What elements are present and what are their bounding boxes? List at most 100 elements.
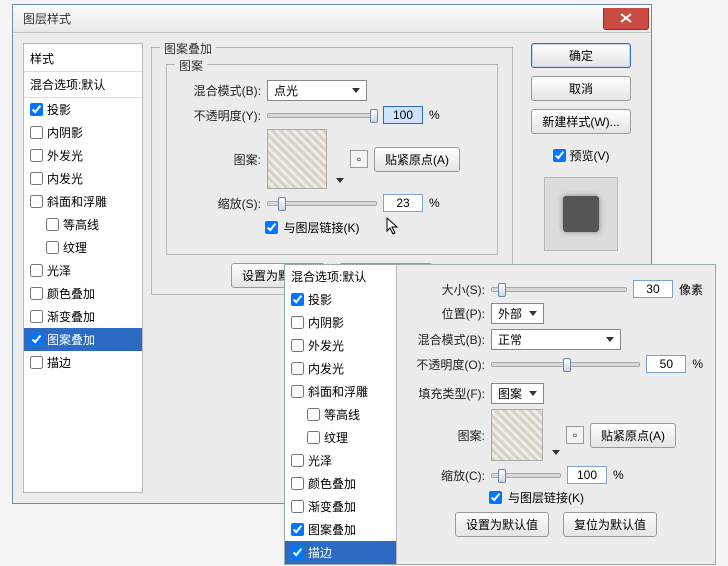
overlay-list-checkbox-0[interactable] (291, 293, 304, 306)
overlay-list-item-10[interactable]: 图案叠加 (285, 518, 396, 541)
style-list-item-11[interactable]: 描边 (24, 351, 142, 374)
overlay-list-checkbox-6[interactable] (307, 431, 320, 444)
style-list-label-5: 等高线 (63, 216, 99, 233)
pattern-label: 图案: (181, 151, 261, 168)
style-list-checkbox-11[interactable] (30, 356, 43, 369)
overlay-list-checkbox-2[interactable] (291, 339, 304, 352)
cancel-button[interactable]: 取消 (531, 76, 631, 101)
stroke-opacity-value[interactable]: 50 (646, 355, 686, 373)
style-list-item-10[interactable]: 图案叠加 (24, 328, 142, 351)
new-preset-button[interactable]: ▫ (350, 150, 368, 168)
stroke-blend-select[interactable]: 正常 (491, 329, 621, 350)
preview-checkbox[interactable] (553, 149, 566, 162)
stroke-scale-slider[interactable] (491, 473, 561, 478)
chevron-down-icon[interactable] (336, 178, 344, 183)
style-list-item-0[interactable]: 投影 (24, 98, 142, 121)
style-list-checkbox-4[interactable] (30, 195, 43, 208)
overlay-list-header[interactable]: 混合选项:默认 (285, 265, 396, 288)
style-list-checkbox-8[interactable] (30, 287, 43, 300)
style-list-checkbox-7[interactable] (30, 264, 43, 277)
overlay-list-checkbox-3[interactable] (291, 362, 304, 375)
overlay-list-item-6[interactable]: 纹理 (285, 426, 396, 449)
style-list-header-blend[interactable]: 混合选项:默认 (24, 72, 142, 98)
stroke-opacity-slider[interactable] (491, 362, 640, 367)
overlay-list-checkbox-1[interactable] (291, 316, 304, 329)
style-list-header-styles[interactable]: 样式 (24, 46, 142, 72)
position-select[interactable]: 外部 (491, 303, 544, 324)
overlay-list-checkbox-9[interactable] (291, 500, 304, 513)
overlay-list-item-7[interactable]: 光泽 (285, 449, 396, 472)
size-slider[interactable] (491, 287, 627, 292)
ok-button[interactable]: 确定 (531, 43, 631, 68)
size-label: 大小(S): (409, 281, 485, 298)
pattern-swatch[interactable] (267, 129, 327, 189)
opacity-slider[interactable] (267, 113, 377, 118)
overlay-list-checkbox-8[interactable] (291, 477, 304, 490)
stroke-reset-default-button[interactable]: 复位为默认值 (563, 512, 657, 537)
overlay-list-checkbox-11[interactable] (291, 546, 304, 559)
blend-mode-select[interactable]: 点光 (267, 80, 367, 101)
titlebar[interactable]: 图层样式 (13, 5, 651, 33)
stroke-pattern-swatch[interactable] (491, 409, 543, 461)
snap-origin-button[interactable]: 贴紧原点(A) (374, 147, 460, 172)
link-with-layer-checkbox[interactable] (265, 221, 278, 234)
size-value[interactable]: 30 (633, 280, 673, 298)
cursor-icon (386, 217, 400, 237)
style-list-label-4: 斜面和浮雕 (47, 193, 107, 210)
style-list-item-7[interactable]: 光泽 (24, 259, 142, 282)
style-list-checkbox-10[interactable] (30, 333, 43, 346)
scale-slider[interactable] (267, 201, 377, 206)
style-list-checkbox-3[interactable] (30, 172, 43, 185)
stroke-new-preset-button[interactable]: ▫ (566, 426, 584, 444)
overlay-list-label-8: 颜色叠加 (308, 475, 356, 492)
chevron-down-icon[interactable] (552, 450, 560, 455)
overlay-list-checkbox-10[interactable] (291, 523, 304, 536)
overlay-list-label-4: 斜面和浮雕 (308, 383, 368, 400)
overlay-list-label-3: 内发光 (308, 360, 344, 377)
overlay-style-list: 混合选项:默认 投影内阴影外发光内发光斜面和浮雕等高线纹理光泽颜色叠加渐变叠加图… (285, 265, 397, 564)
opacity-value[interactable]: 100 (383, 106, 423, 124)
style-list-checkbox-5[interactable] (46, 218, 59, 231)
style-list-checkbox-2[interactable] (30, 149, 43, 162)
preview-label: 预览(V) (570, 147, 610, 164)
style-list-label-11: 描边 (47, 354, 71, 371)
chevron-down-icon (352, 88, 360, 93)
overlay-list-item-4[interactable]: 斜面和浮雕 (285, 380, 396, 403)
overlay-list-item-1[interactable]: 内阴影 (285, 311, 396, 334)
inner-legend: 图案 (175, 57, 207, 74)
style-list-item-2[interactable]: 外发光 (24, 144, 142, 167)
overlay-list-item-8[interactable]: 颜色叠加 (285, 472, 396, 495)
style-list-checkbox-9[interactable] (30, 310, 43, 323)
overlay-list-item-11[interactable]: 描边 (285, 541, 396, 564)
style-list-item-1[interactable]: 内阴影 (24, 121, 142, 144)
stroke-snap-origin-button[interactable]: 贴紧原点(A) (590, 423, 676, 448)
overlay-list-checkbox-4[interactable] (291, 385, 304, 398)
overlay-list-item-3[interactable]: 内发光 (285, 357, 396, 380)
stroke-blend-label: 混合模式(B): (409, 331, 485, 348)
overlay-list-item-9[interactable]: 渐变叠加 (285, 495, 396, 518)
overlay-list-item-5[interactable]: 等高线 (285, 403, 396, 426)
style-list-item-6[interactable]: 纹理 (24, 236, 142, 259)
style-list-item-9[interactable]: 渐变叠加 (24, 305, 142, 328)
stroke-set-default-button[interactable]: 设置为默认值 (455, 512, 549, 537)
style-list-item-4[interactable]: 斜面和浮雕 (24, 190, 142, 213)
overlay-list-checkbox-7[interactable] (291, 454, 304, 467)
style-list-item-5[interactable]: 等高线 (24, 213, 142, 236)
position-label: 位置(P): (409, 305, 485, 322)
style-list-checkbox-6[interactable] (46, 241, 59, 254)
overlay-list-item-0[interactable]: 投影 (285, 288, 396, 311)
new-style-button[interactable]: 新建样式(W)... (531, 109, 631, 134)
style-list-checkbox-0[interactable] (30, 103, 43, 116)
overlay-list-label-1: 内阴影 (308, 314, 344, 331)
overlay-list-checkbox-5[interactable] (307, 408, 320, 421)
stroke-scale-value[interactable]: 100 (567, 466, 607, 484)
fill-type-select[interactable]: 图案 (491, 383, 544, 404)
style-list-item-3[interactable]: 内发光 (24, 167, 142, 190)
style-list-item-8[interactable]: 颜色叠加 (24, 282, 142, 305)
style-list-checkbox-1[interactable] (30, 126, 43, 139)
stroke-link-checkbox[interactable] (489, 491, 502, 504)
overlay-list-item-2[interactable]: 外发光 (285, 334, 396, 357)
scale-value[interactable]: 23 (383, 194, 423, 212)
overlay-list-label-11: 描边 (308, 544, 332, 561)
close-button[interactable] (603, 8, 649, 30)
